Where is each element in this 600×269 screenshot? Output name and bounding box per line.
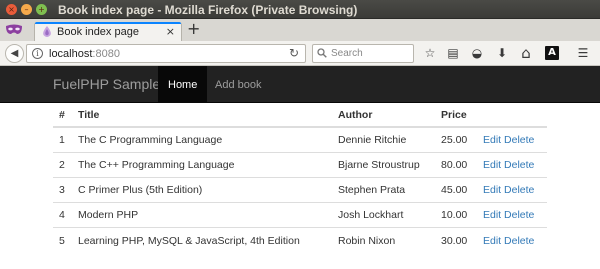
- bookmark-star-icon[interactable]: ☆: [423, 46, 437, 60]
- fuelphp-drop-icon: [43, 26, 51, 37]
- row-price: 30.00: [435, 227, 477, 253]
- window-titlebar: × – + Book index page - Mozilla Firefox …: [0, 0, 600, 19]
- row-title: Modern PHP: [72, 202, 332, 228]
- row-title: The C Programming Language: [72, 126, 332, 153]
- table-row: 4 Modern PHP Josh Lockhart 10.00 Edit De…: [53, 202, 547, 228]
- row-actions: Edit Delete: [477, 151, 547, 178]
- window-close-button[interactable]: ×: [6, 4, 17, 15]
- row-actions: Edit Delete: [477, 176, 547, 203]
- browser-navbar: ◀ i localhost:8080 ↻ Search: [0, 41, 600, 66]
- edit-link[interactable]: Edit: [483, 209, 501, 221]
- table-row: 1 The C Programming Language Dennie Ritc…: [53, 126, 547, 153]
- downloads-icon[interactable]: ⬇: [495, 46, 509, 60]
- site-info-icon[interactable]: i: [32, 48, 43, 59]
- nav-home[interactable]: Home: [158, 66, 208, 103]
- table-row: 2 The C++ Programming Language Bjarne St…: [53, 151, 547, 178]
- url-text: localhost:8080: [49, 48, 120, 60]
- row-title: The C++ Programming Language: [72, 151, 332, 178]
- row-author: Bjarne Stroustrup: [332, 151, 435, 178]
- header-price: Price: [435, 103, 477, 128]
- edit-link[interactable]: Edit: [483, 235, 501, 247]
- table-row: 5 Learning PHP, MySQL & JavaScript, 4th …: [53, 227, 547, 253]
- extension-a-icon[interactable]: A: [545, 46, 559, 60]
- tab-close-icon[interactable]: ×: [166, 25, 175, 38]
- reader-view-icon[interactable]: ▤: [446, 46, 460, 60]
- window-maximize-button[interactable]: +: [36, 4, 47, 15]
- header-number: #: [53, 103, 72, 128]
- back-button[interactable]: ◀: [5, 44, 24, 63]
- header-author: Author: [332, 103, 435, 128]
- edit-link[interactable]: Edit: [483, 184, 501, 196]
- row-number: 2: [53, 151, 72, 178]
- window-minimize-button[interactable]: –: [21, 4, 32, 15]
- table-row: 3 C Primer Plus (5th Edition) Stephen Pr…: [53, 176, 547, 203]
- row-actions: Edit Delete: [477, 126, 547, 153]
- tab-book-index[interactable]: Book index page ×: [34, 22, 182, 41]
- row-title: Learning PHP, MySQL & JavaScript, 4th Ed…: [72, 227, 332, 253]
- search-icon: [317, 48, 327, 58]
- private-browsing-mask-icon: [6, 24, 22, 34]
- delete-link[interactable]: Delete: [504, 134, 534, 146]
- row-author: Dennie Ritchie: [332, 126, 435, 153]
- delete-link[interactable]: Delete: [504, 159, 534, 171]
- row-number: 1: [53, 126, 72, 153]
- row-price: 80.00: [435, 151, 477, 178]
- app-navbar: FuelPHP Sample Home Add book: [0, 66, 600, 103]
- brand-link[interactable]: FuelPHP Sample: [53, 76, 160, 92]
- row-actions: Edit Delete: [477, 227, 547, 253]
- delete-link[interactable]: Delete: [504, 209, 534, 221]
- reload-icon[interactable]: ↻: [289, 46, 299, 60]
- menu-icon[interactable]: ☰: [576, 46, 590, 60]
- header-title: Title: [72, 103, 332, 128]
- row-author: Robin Nixon: [332, 227, 435, 253]
- row-number: 5: [53, 227, 72, 253]
- delete-link[interactable]: Delete: [504, 184, 534, 196]
- row-price: 25.00: [435, 126, 477, 153]
- row-price: 10.00: [435, 202, 477, 228]
- search-placeholder: Search: [331, 48, 363, 59]
- url-bar[interactable]: i localhost:8080 ↻: [26, 44, 306, 63]
- nav-add-book[interactable]: Add book: [205, 66, 271, 103]
- search-input[interactable]: Search: [312, 44, 414, 63]
- edit-link[interactable]: Edit: [483, 134, 501, 146]
- books-table: # Title Author Price 1 The C Programming…: [53, 103, 547, 253]
- new-tab-button[interactable]: +: [187, 20, 200, 38]
- row-price: 45.00: [435, 176, 477, 203]
- table-header-row: # Title Author Price: [53, 103, 547, 128]
- row-number: 3: [53, 176, 72, 203]
- home-icon[interactable]: ⌂: [519, 45, 533, 60]
- row-author: Stephen Prata: [332, 176, 435, 203]
- row-actions: Edit Delete: [477, 202, 547, 228]
- header-actions: [477, 103, 547, 128]
- row-number: 4: [53, 202, 72, 228]
- row-author: Josh Lockhart: [332, 202, 435, 228]
- tab-strip: Book index page × +: [0, 19, 600, 41]
- window-title: Book index page - Mozilla Firefox (Priva…: [58, 3, 358, 17]
- pocket-icon[interactable]: ◒: [470, 46, 484, 60]
- tab-label: Book index page: [57, 26, 139, 38]
- edit-link[interactable]: Edit: [483, 159, 501, 171]
- delete-link[interactable]: Delete: [504, 235, 534, 247]
- row-title: C Primer Plus (5th Edition): [72, 176, 332, 203]
